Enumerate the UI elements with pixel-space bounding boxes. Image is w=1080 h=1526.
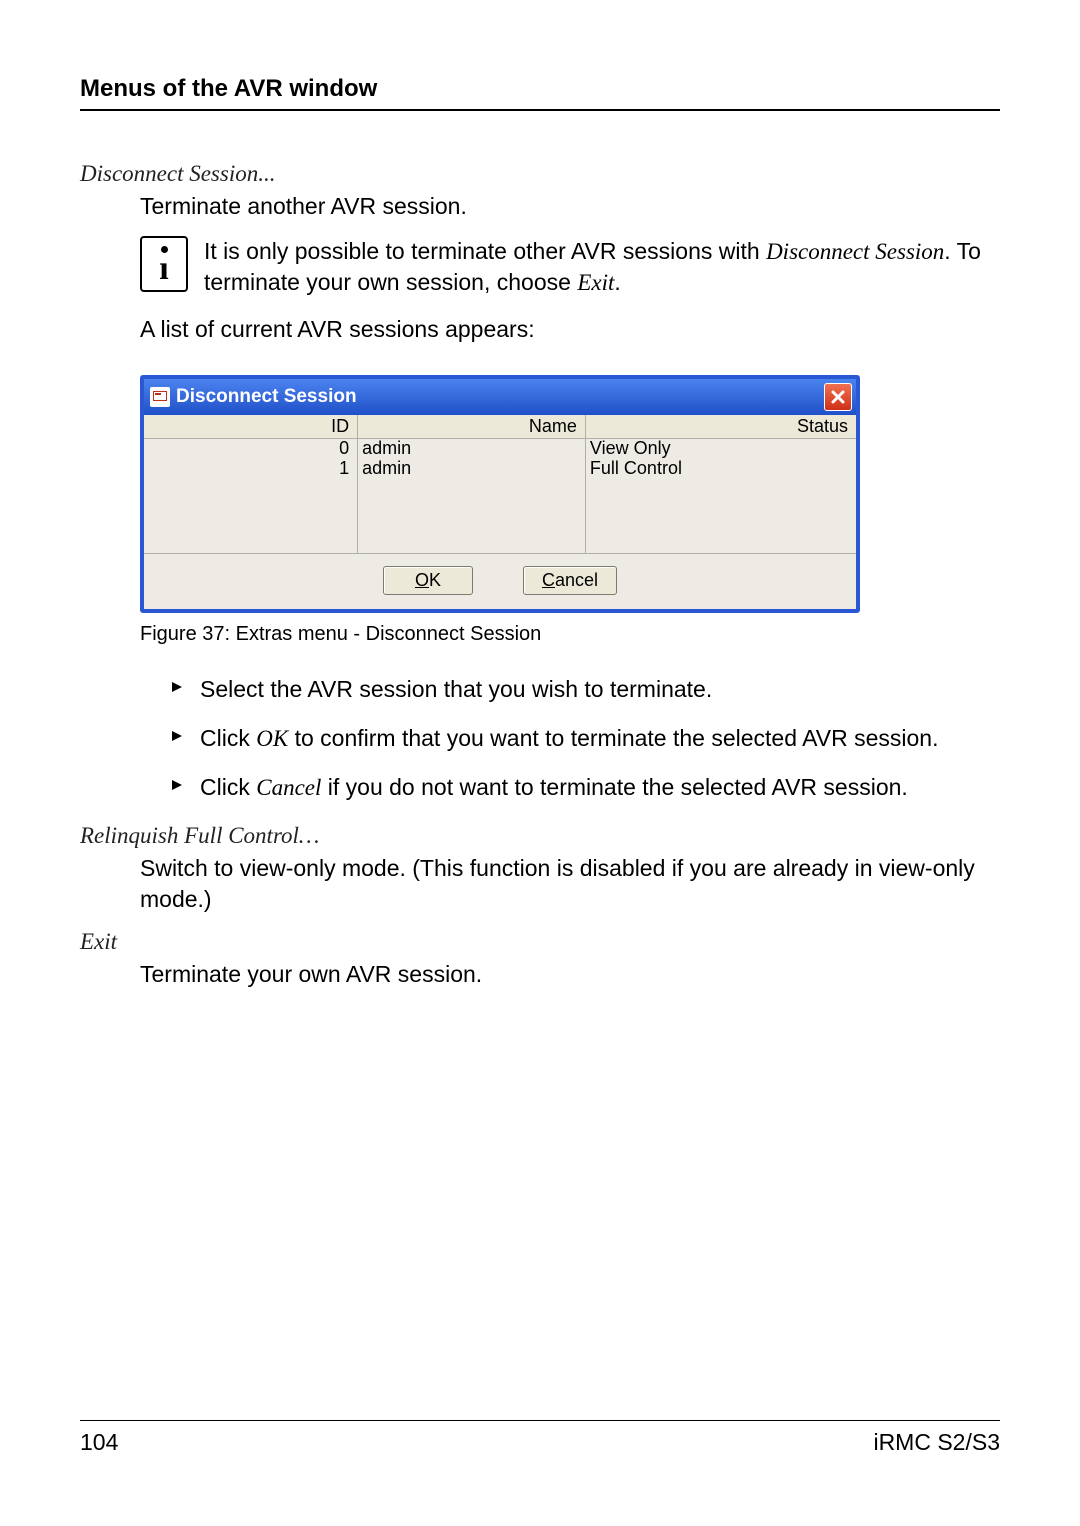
cancel-underline: C xyxy=(542,570,555,590)
triangle-bullet-icon xyxy=(170,729,184,743)
table-filler xyxy=(144,479,856,553)
table-row[interactable]: 0 admin View Only xyxy=(144,439,856,459)
col-status: Status xyxy=(585,415,856,439)
ok-button[interactable]: OK xyxy=(383,566,473,595)
disconnect-session-dialog: Disconnect Session ID Name Status xyxy=(140,375,860,613)
dialog-titlebar: Disconnect Session xyxy=(144,379,856,415)
list-item: Select the AVR session that you wish to … xyxy=(170,674,1000,705)
table-header-row: ID Name Status xyxy=(144,415,856,439)
disconnect-session-intro: Terminate another AVR session. xyxy=(140,191,1000,222)
figure-caption: Figure 37: Extras menu - Disconnect Sess… xyxy=(140,623,1000,646)
b2-post: to confirm that you want to terminate th… xyxy=(288,725,938,751)
cell-id: 0 xyxy=(144,439,358,459)
b3-pre: Click xyxy=(200,774,256,800)
b3-em: Cancel xyxy=(256,775,321,800)
cell-status: View Only xyxy=(585,439,856,459)
triangle-bullet-icon xyxy=(170,778,184,792)
b2-em: OK xyxy=(256,726,288,751)
doc-id: iRMC S2/S3 xyxy=(873,1429,1000,1456)
page-number: 104 xyxy=(80,1429,118,1456)
info-tail: . xyxy=(614,269,620,295)
b3-post: if you do not want to terminate the sele… xyxy=(321,774,907,800)
b2-pre: Click xyxy=(200,725,256,751)
exit-heading: Exit xyxy=(80,929,1000,955)
bullet-2-text: Click OK to confirm that you want to ter… xyxy=(200,723,938,754)
cancel-rest: ancel xyxy=(555,570,598,590)
list-item: Click Cancel if you do not want to termi… xyxy=(170,772,1000,803)
relinquish-heading: Relinquish Full Control… xyxy=(80,823,1000,849)
list-intro: A list of current AVR sessions appears: xyxy=(140,314,1000,345)
bullet-3-text: Click Cancel if you do not want to termi… xyxy=(200,772,908,803)
info-note-text: It is only possible to terminate other A… xyxy=(204,236,1000,298)
bullet-1-text: Select the AVR session that you wish to … xyxy=(200,674,712,705)
table-row[interactable]: 1 admin Full Control xyxy=(144,459,856,479)
cell-name: admin xyxy=(358,439,586,459)
list-item: Click OK to confirm that you want to ter… xyxy=(170,723,1000,754)
disconnect-session-heading: Disconnect Session... xyxy=(80,161,1000,187)
session-table[interactable]: ID Name Status 0 admin View Only 1 xyxy=(144,415,856,553)
info-note: ı It is only possible to terminate other… xyxy=(140,236,1000,298)
page-footer: 104 iRMC S2/S3 xyxy=(80,1420,1000,1456)
info-icon: ı xyxy=(140,236,188,292)
close-icon xyxy=(830,389,846,405)
dialog-title: Disconnect Session xyxy=(176,386,357,408)
info-em2: Exit xyxy=(577,270,614,295)
ok-rest: K xyxy=(429,570,441,590)
triangle-bullet-icon xyxy=(170,680,184,694)
cancel-button[interactable]: Cancel xyxy=(523,566,617,595)
exit-body: Terminate your own AVR session. xyxy=(140,959,1000,990)
col-name: Name xyxy=(358,415,586,439)
info-pre: It is only possible to terminate other A… xyxy=(204,238,766,264)
cell-status: Full Control xyxy=(585,459,856,479)
col-id: ID xyxy=(144,415,358,439)
section-header: Menus of the AVR window xyxy=(80,75,1000,111)
ok-underline: O xyxy=(415,570,429,590)
app-icon xyxy=(150,387,170,407)
relinquish-body: Switch to view-only mode. (This function… xyxy=(140,853,1000,915)
cell-name: admin xyxy=(358,459,586,479)
close-button[interactable] xyxy=(824,383,852,411)
info-em1: Disconnect Session xyxy=(766,239,944,264)
cell-id: 1 xyxy=(144,459,358,479)
